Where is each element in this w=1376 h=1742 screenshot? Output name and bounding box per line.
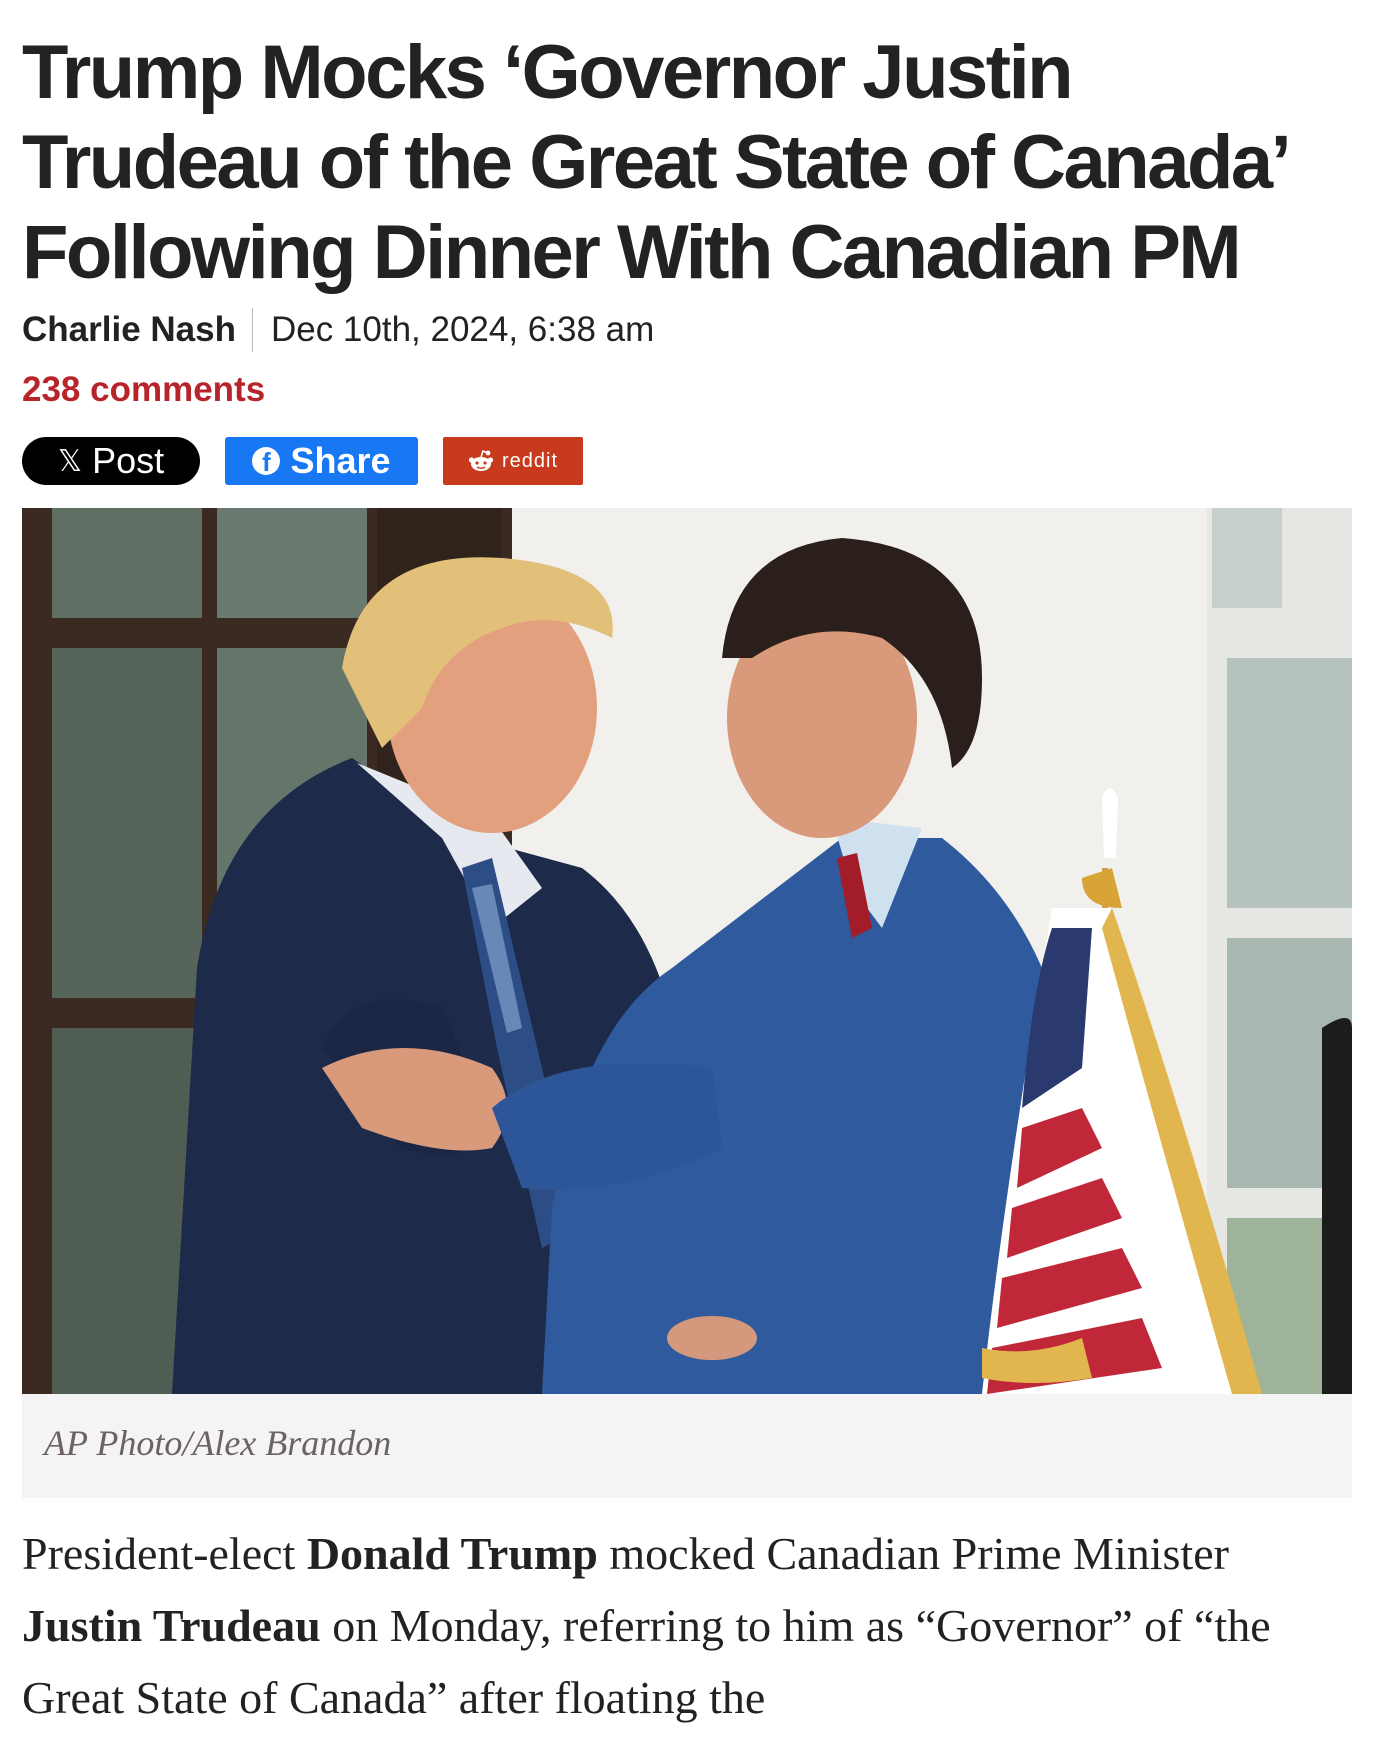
facebook-icon: f: [252, 447, 281, 475]
reddit-share-button[interactable]: reddit: [443, 437, 583, 485]
body-text-segment: President-elect: [22, 1528, 307, 1579]
x-post-label: Post: [92, 440, 165, 481]
byline-divider: [251, 308, 253, 352]
photo-caption-box: AP Photo/Alex Brandon: [22, 1394, 1352, 1498]
photo-caption: AP Photo/Alex Brandon: [44, 1423, 392, 1463]
x-post-button[interactable]: 𝕏 Post: [22, 437, 200, 485]
share-buttons: 𝕏 Post f Share reddit: [22, 436, 583, 486]
publish-date: Dec 10th, 2024, 6:38 am: [270, 310, 655, 349]
body-text-segment: mocked Canadian Prime Minister: [597, 1528, 1229, 1579]
author-link[interactable]: Charlie Nash: [22, 310, 236, 350]
lead-photo: [22, 508, 1352, 1394]
headline: Trump Mocks ‘Governor Justin Trudeau of …: [22, 30, 1288, 295]
article-body-paragraph: President-elect Donald Trump mocked Cana…: [22, 1518, 1352, 1734]
person-link-donald-trump[interactable]: Donald Trump: [307, 1528, 598, 1579]
reddit-alien-icon: [468, 450, 494, 471]
person-link-justin-trudeau[interactable]: Justin Trudeau: [22, 1600, 321, 1651]
comments-link[interactable]: 238 comments: [22, 370, 265, 410]
x-logo-icon: 𝕏: [57, 444, 83, 478]
facebook-share-button[interactable]: f Share: [225, 437, 418, 485]
byline: Charlie Nash Dec 10th, 2024, 6:38 am: [22, 306, 654, 354]
reddit-share-label: reddit: [501, 449, 559, 472]
facebook-share-label: Share: [290, 440, 391, 481]
lead-photo-illustration: [22, 508, 1352, 1394]
